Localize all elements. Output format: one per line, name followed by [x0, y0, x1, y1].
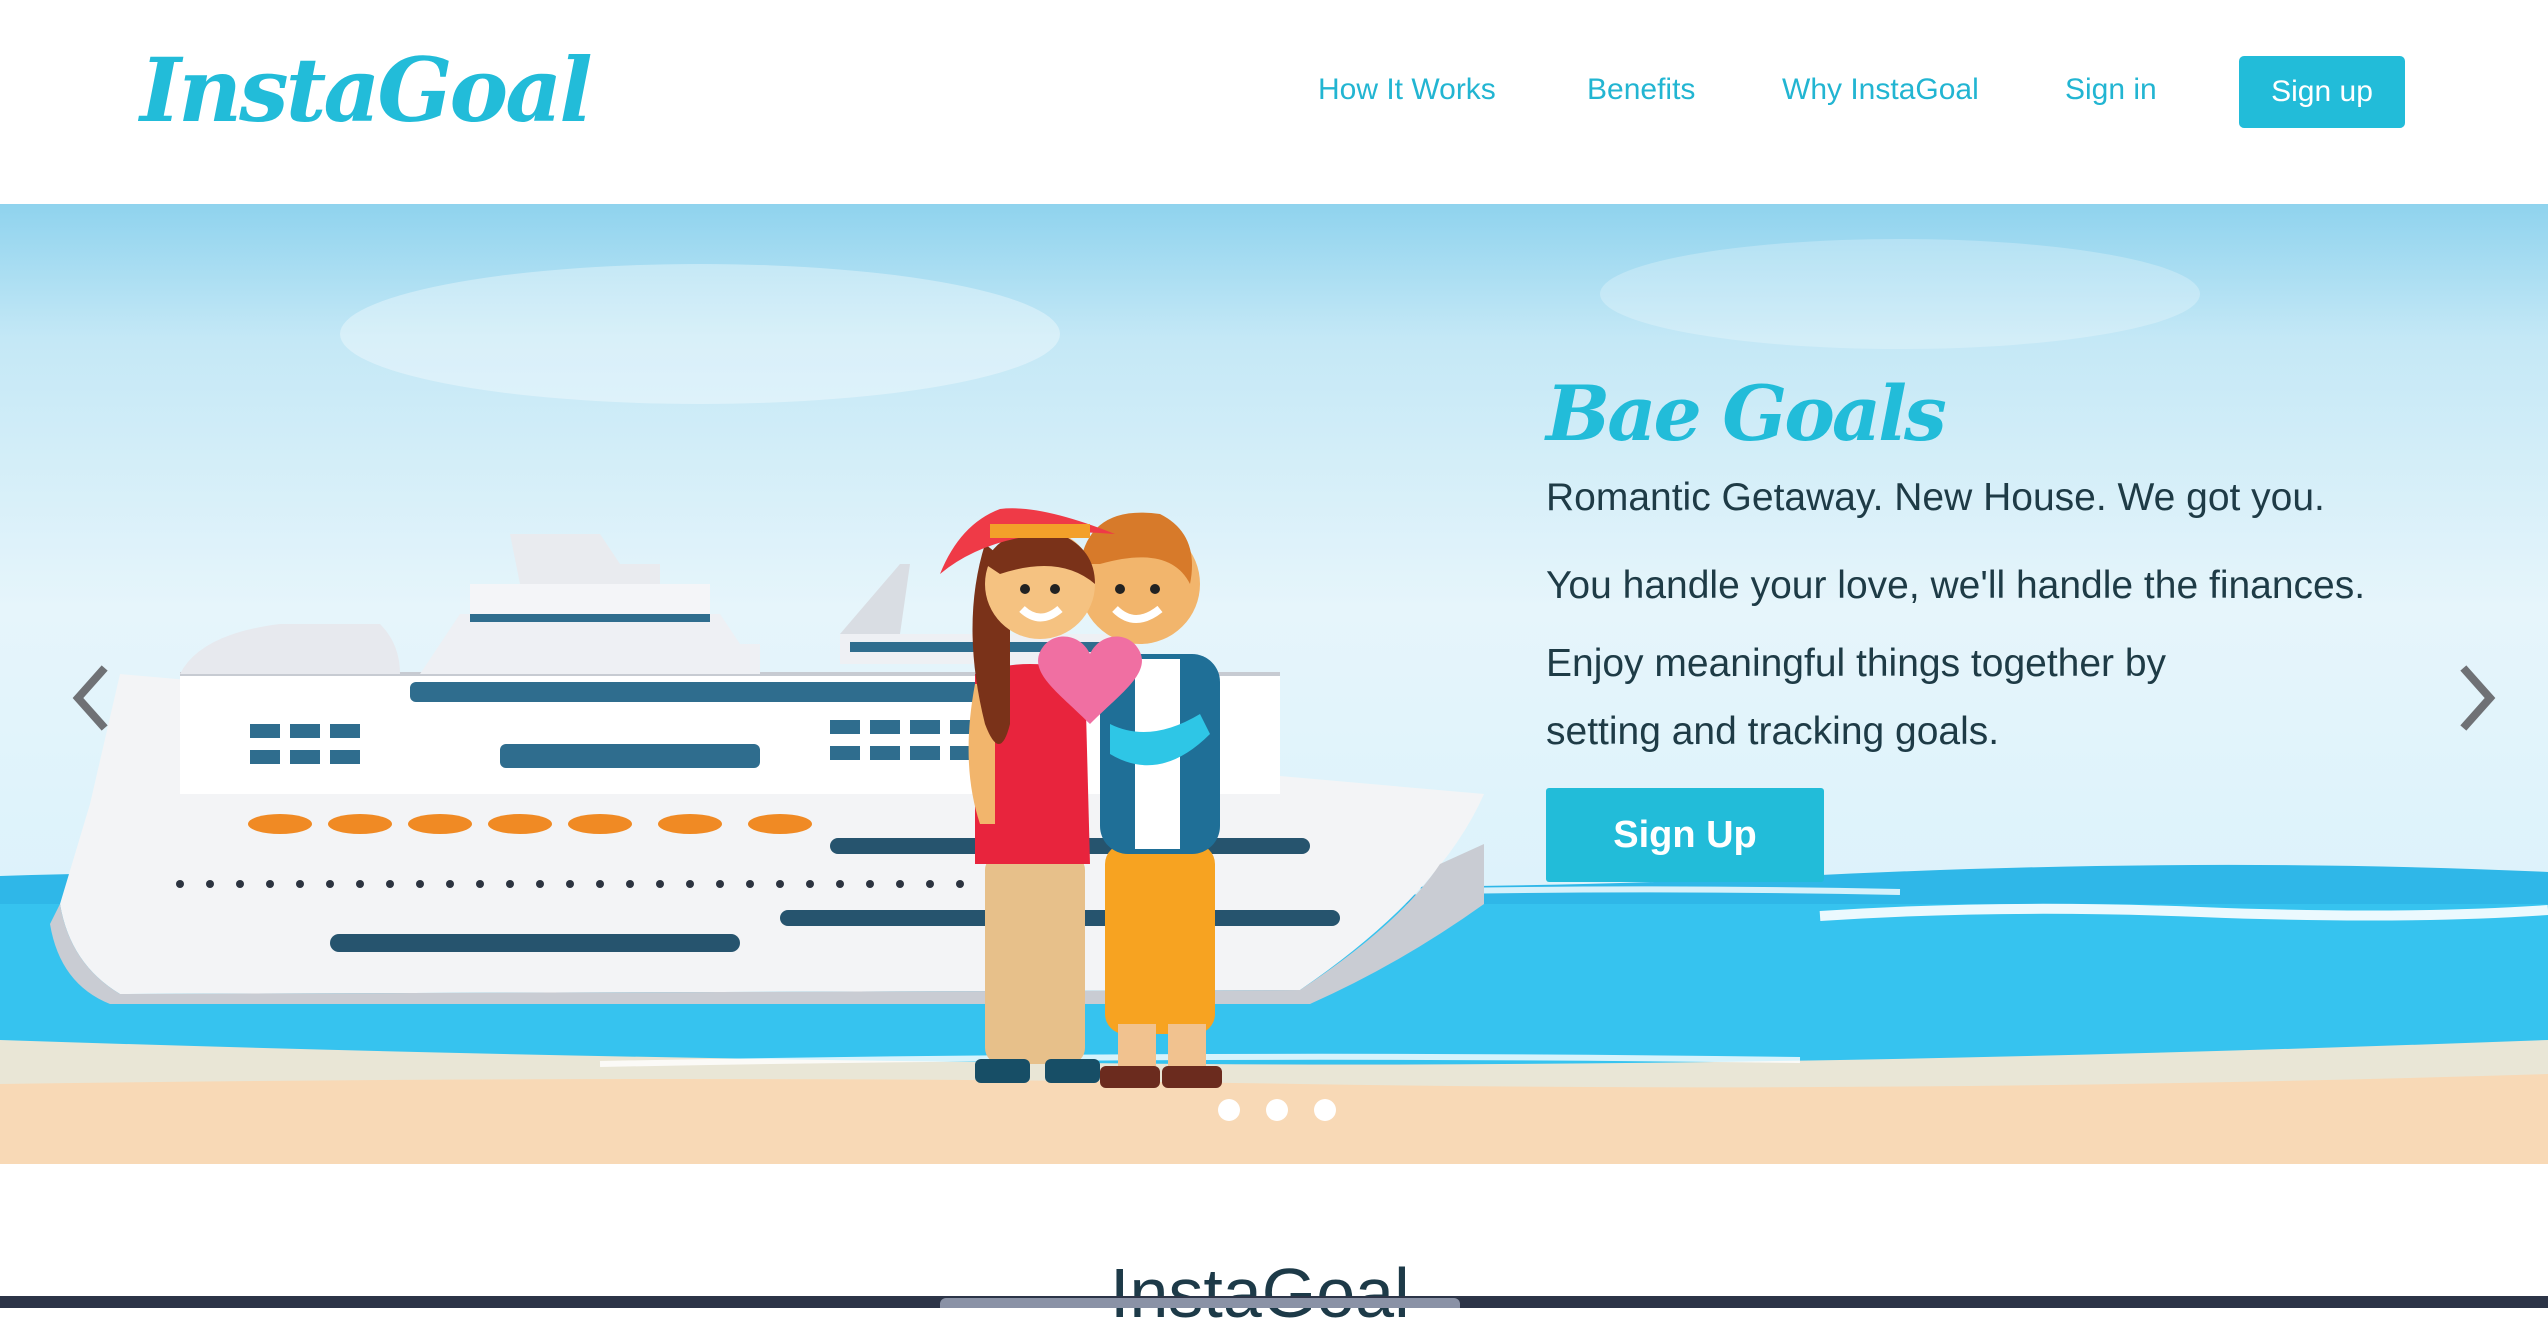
logo[interactable]: InstaGoal: [140, 30, 593, 150]
carousel-dot-3[interactable]: [1314, 1099, 1336, 1121]
nav-benefits[interactable]: Benefits: [1587, 68, 1695, 112]
slide-subtitle: Romantic Getaway. New House. We got you.: [1546, 476, 2325, 519]
slide-title: Bae Goals: [1546, 369, 1947, 458]
chevron-right-icon: [2460, 665, 2496, 731]
site-header: InstaGoal How It Works Benefits Why Inst…: [0, 0, 2548, 204]
nav-how-it-works[interactable]: How It Works: [1318, 68, 1496, 112]
slide-text-line: Enjoy meaningful things together by: [1546, 642, 2167, 685]
nav-sign-in[interactable]: Sign in: [2065, 68, 2157, 112]
carousel-prev[interactable]: [55, 648, 125, 748]
carousel-dot-2[interactable]: [1266, 1099, 1288, 1121]
slide-text-line: You handle your love, we'll handle the f…: [1546, 564, 2366, 607]
hero-carousel: Bae Goals Romantic Getaway. New House. W…: [0, 204, 2548, 1164]
cruise-ship-illustration: [50, 534, 1484, 1004]
signup-button[interactable]: Sign up: [2239, 56, 2405, 128]
os-dock[interactable]: [940, 1298, 1460, 1308]
hero-signup-button[interactable]: Sign Up: [1546, 788, 1824, 882]
carousel-next[interactable]: [2443, 648, 2513, 748]
nav-why-instagoal[interactable]: Why InstaGoal: [1782, 68, 1979, 112]
carousel-dot-1[interactable]: [1218, 1099, 1240, 1121]
section-title: InstaGoal: [1110, 1254, 1410, 1332]
chevron-left-icon: [72, 665, 108, 731]
slide-text-line: setting and tracking goals.: [1546, 710, 2000, 753]
